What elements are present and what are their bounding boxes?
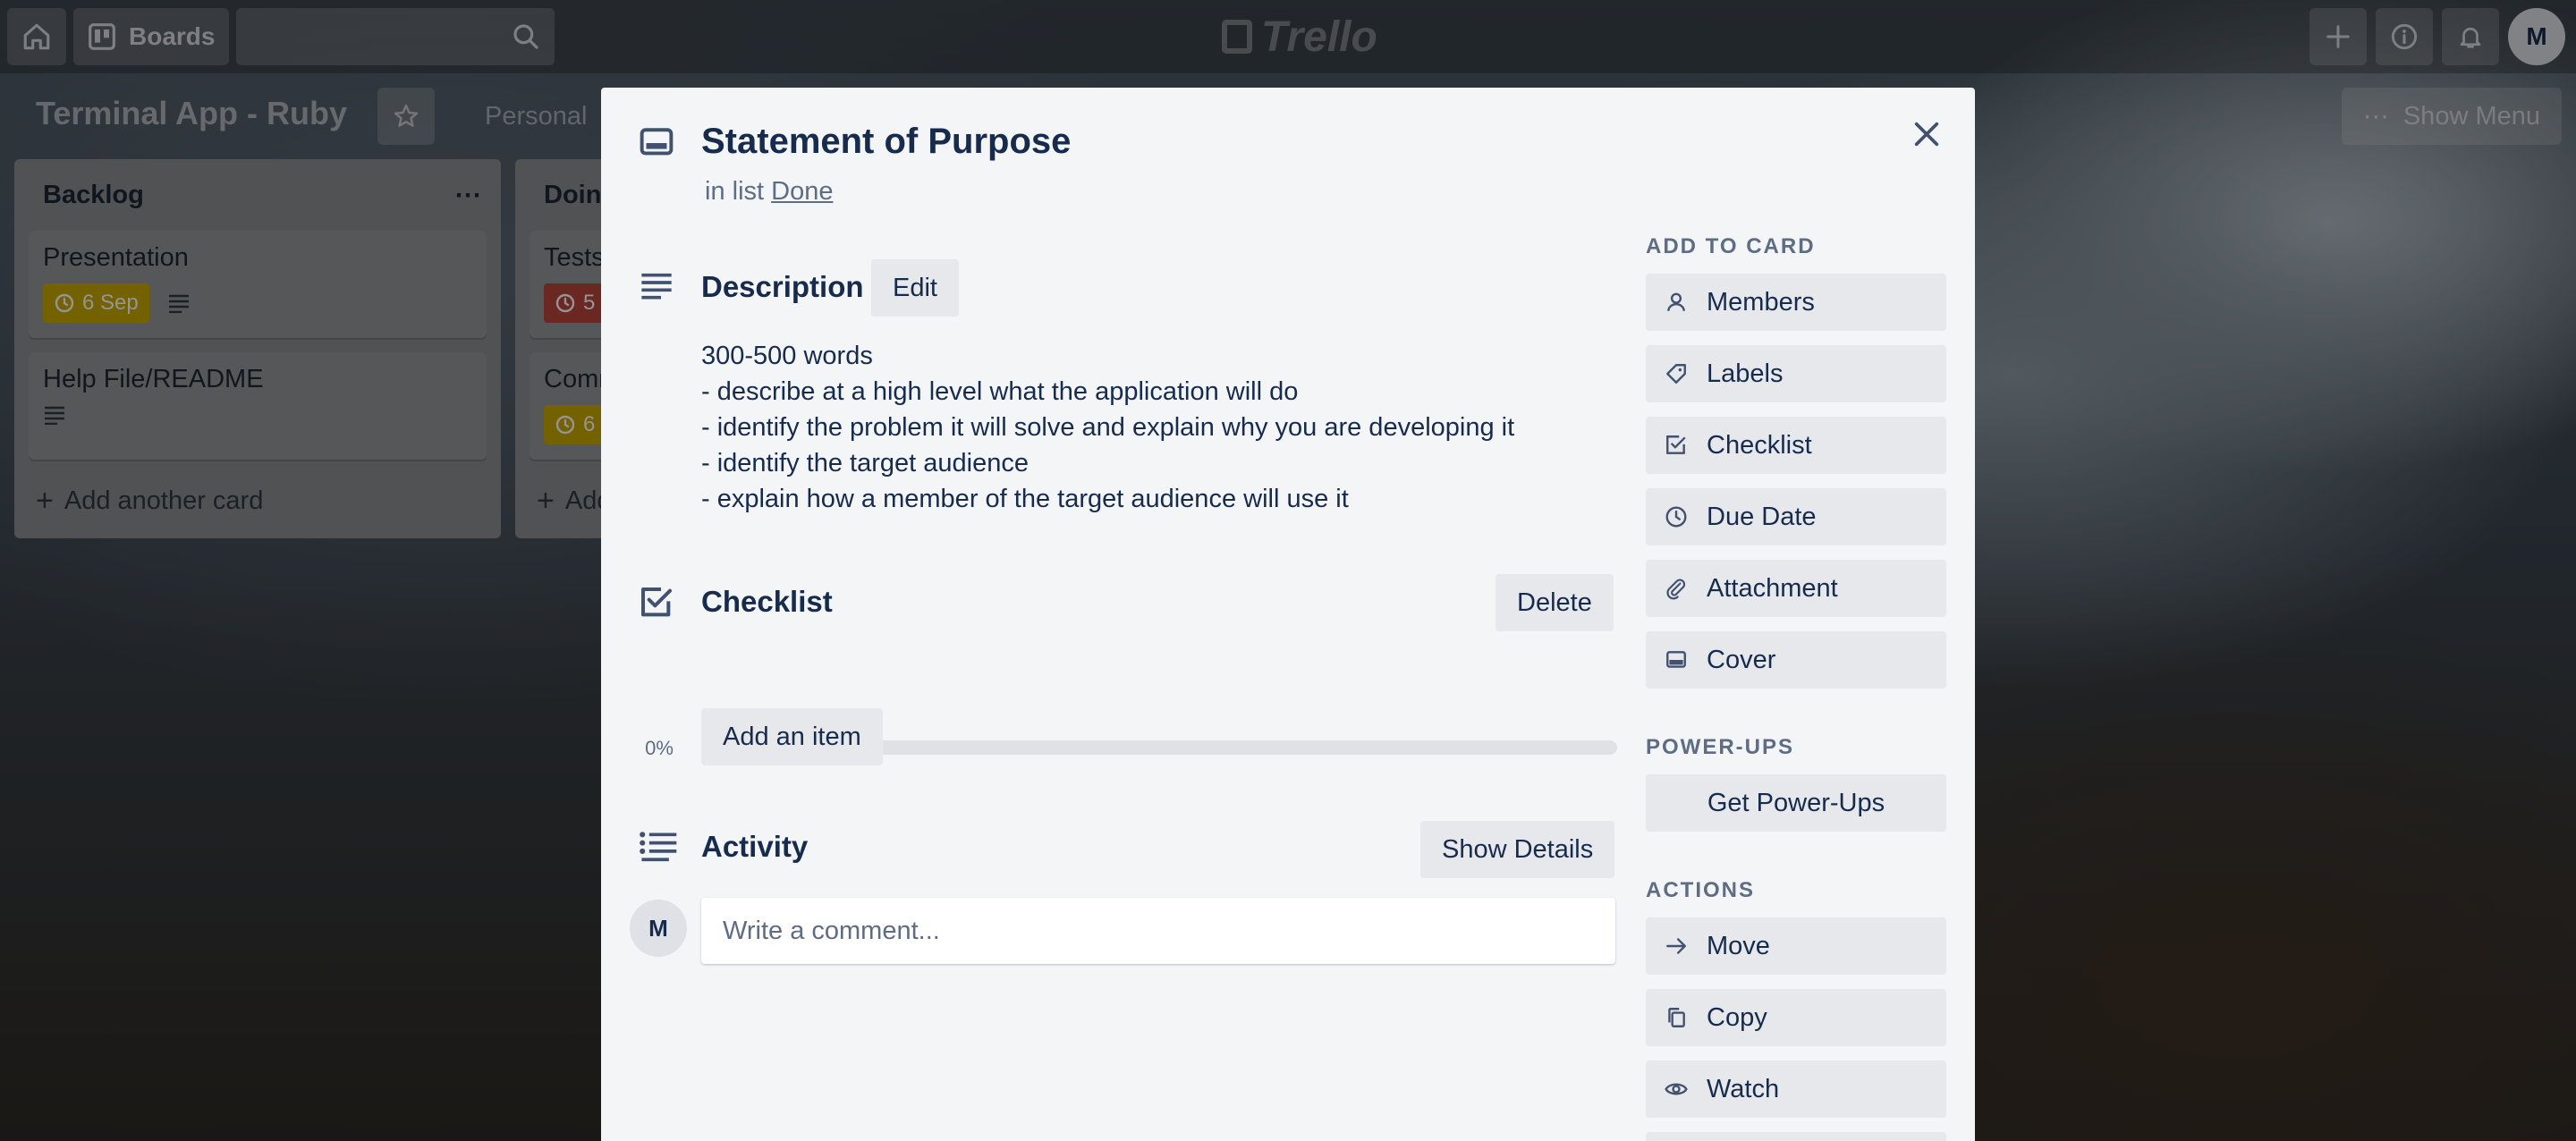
card-cover-icon — [1664, 647, 1689, 672]
add-checklist-item-button[interactable]: Add an item — [701, 708, 883, 765]
members-label: Members — [1707, 287, 1815, 317]
more-actions-button[interactable] — [1646, 1132, 1946, 1141]
card-detail-modal: Statement of Purpose in list Done Descri… — [601, 88, 1975, 1141]
due-date-label: Due Date — [1707, 502, 1817, 531]
due-date-button[interactable]: Due Date — [1646, 488, 1946, 545]
members-button[interactable]: Members — [1646, 274, 1946, 331]
description-line: - identify the problem it will solve and… — [701, 413, 1515, 442]
person-icon — [1664, 290, 1689, 315]
copy-button[interactable]: Copy — [1646, 989, 1946, 1046]
checklist-label: Checklist — [1707, 430, 1812, 460]
power-ups-heading: POWER-UPS — [1646, 735, 1795, 759]
description-line: 300-500 words — [701, 342, 873, 370]
checklist-button[interactable]: Checklist — [1646, 417, 1946, 474]
watch-button[interactable]: Watch — [1646, 1061, 1946, 1118]
move-button[interactable]: Move — [1646, 917, 1946, 975]
cover-label: Cover — [1707, 645, 1776, 674]
checklist-heading[interactable]: Checklist — [701, 585, 833, 619]
description-text[interactable]: 300-500 words - describe at a high level… — [701, 338, 1596, 517]
avatar[interactable]: M — [630, 900, 687, 957]
labels-label: Labels — [1707, 359, 1784, 388]
attachment-label: Attachment — [1707, 573, 1838, 603]
attachment-button[interactable]: Attachment — [1646, 560, 1946, 617]
description-line: - identify the target audience — [701, 449, 1029, 478]
actions-heading: ACTIONS — [1646, 878, 1755, 902]
labels-button[interactable]: Labels — [1646, 345, 1946, 402]
in-list-prefix: in list — [705, 177, 765, 206]
checklist-icon — [1664, 433, 1689, 458]
tag-icon — [1664, 361, 1689, 386]
watch-label: Watch — [1707, 1074, 1780, 1103]
comment-input[interactable] — [701, 898, 1615, 964]
edit-description-button[interactable]: Edit — [871, 259, 959, 317]
description-line: - explain how a member of the target aud… — [701, 485, 1349, 513]
close-icon — [1914, 122, 1939, 147]
paperclip-icon — [1664, 576, 1689, 601]
activity-heading: Activity — [701, 830, 809, 863]
delete-checklist-button[interactable]: Delete — [1496, 574, 1614, 631]
copy-icon — [1664, 1005, 1689, 1030]
card-list-location: in list Done — [705, 177, 833, 207]
show-details-button[interactable]: Show Details — [1420, 821, 1615, 878]
eye-icon — [1664, 1077, 1689, 1102]
card-icon — [639, 127, 674, 159]
description-heading: Description — [701, 270, 864, 303]
card-title[interactable]: Statement of Purpose — [701, 122, 1071, 162]
move-label: Move — [1707, 931, 1770, 960]
description-icon — [639, 272, 674, 302]
checklist-icon — [639, 585, 674, 621]
clock-icon — [1664, 504, 1689, 529]
cover-button[interactable]: Cover — [1646, 631, 1946, 689]
checklist-progress-percent: 0% — [645, 737, 674, 759]
list-link[interactable]: Done — [771, 177, 833, 206]
close-button[interactable] — [1903, 111, 1950, 157]
copy-label: Copy — [1707, 1002, 1767, 1032]
add-to-card-heading: ADD TO CARD — [1646, 234, 1816, 258]
arrow-right-icon — [1664, 934, 1689, 959]
description-line: - describe at a high level what the appl… — [701, 377, 1299, 406]
activity-icon — [639, 830, 678, 862]
get-power-ups-button[interactable]: Get Power-Ups — [1646, 774, 1946, 832]
